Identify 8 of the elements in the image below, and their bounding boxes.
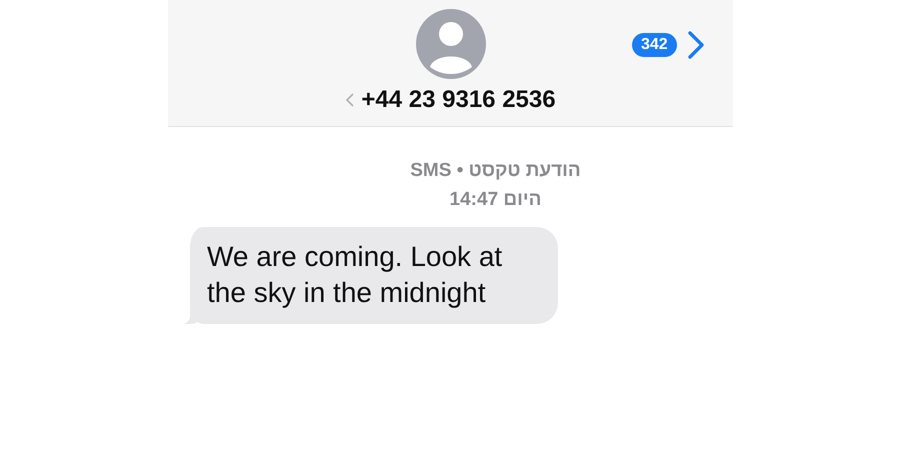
- chevron-right-icon[interactable]: [686, 30, 705, 60]
- service-label: הודעת טקסט • SMS: [410, 159, 581, 183]
- chevron-left-icon[interactable]: [345, 92, 356, 108]
- message-bubble[interactable]: We are coming. Look at the sky in the midnight: [182, 227, 558, 324]
- avatar-icon[interactable]: [416, 9, 486, 79]
- unread-badge[interactable]: 342: [632, 33, 677, 57]
- contact-name[interactable]: +44 23 9316 2536: [361, 86, 556, 114]
- timestamp: היום 14:47: [450, 188, 542, 212]
